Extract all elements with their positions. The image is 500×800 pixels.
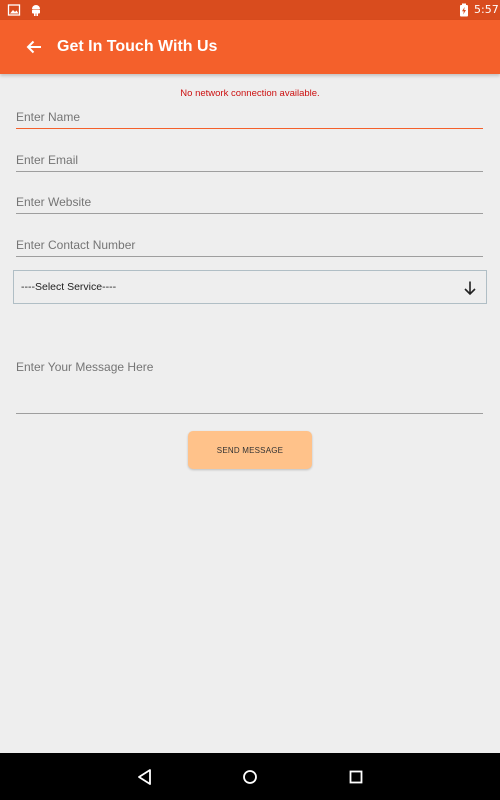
status-bar: 5:57 <box>0 0 500 20</box>
service-select[interactable]: ----Select Service---- <box>13 270 487 304</box>
service-select-value: ----Select Service---- <box>21 281 117 293</box>
nav-recents-icon[interactable] <box>345 766 367 788</box>
arrow-left-icon[interactable] <box>22 35 46 59</box>
nav-home-icon[interactable] <box>239 766 261 788</box>
send-message-button[interactable]: SEND MESSAGE <box>188 431 312 469</box>
email-field[interactable] <box>16 152 483 172</box>
name-field[interactable] <box>16 109 483 129</box>
nav-back-icon[interactable] <box>134 766 156 788</box>
arrow-down-icon <box>464 281 476 296</box>
gallery-icon <box>7 4 21 16</box>
website-field[interactable] <box>16 194 483 214</box>
app-bar: Get In Touch With Us <box>0 20 500 74</box>
contact-number-field[interactable] <box>16 237 483 257</box>
message-field[interactable] <box>16 358 483 414</box>
battery-charging-icon <box>460 3 468 17</box>
navigation-bar <box>0 753 500 800</box>
status-time: 5:57 <box>474 3 499 16</box>
network-error-message: No network connection available. <box>180 88 320 99</box>
android-icon <box>32 5 40 16</box>
page-title: Get In Touch With Us <box>57 38 218 55</box>
